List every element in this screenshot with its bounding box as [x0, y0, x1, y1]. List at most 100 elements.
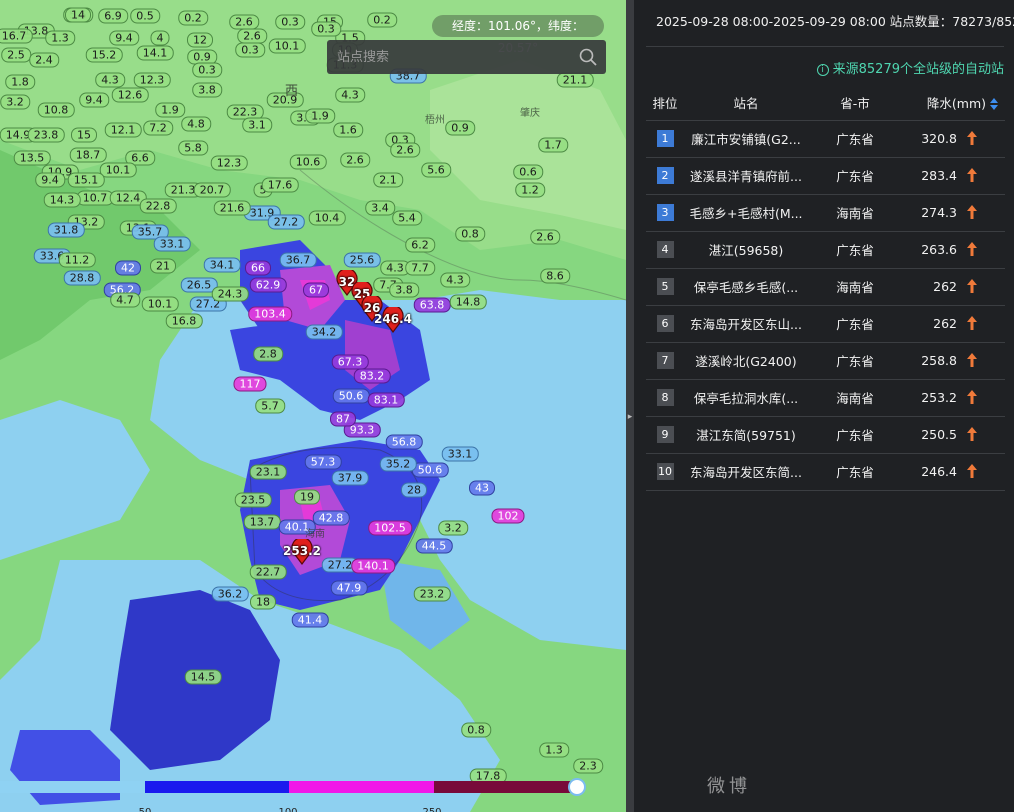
station-value-label[interactable]: 8.6 — [540, 268, 570, 284]
station-value-label[interactable]: 16.8 — [165, 313, 203, 329]
station-value-label[interactable]: 35.2 — [379, 456, 417, 472]
station-value-label[interactable]: 3.1 — [242, 117, 272, 133]
search-icon[interactable] — [578, 47, 598, 67]
station-value-label[interactable]: 2.1 — [373, 172, 403, 188]
station-value-label[interactable]: 4.3 — [335, 87, 365, 103]
station-value-label[interactable]: 44.5 — [415, 538, 453, 554]
station-value-label[interactable]: 43 — [469, 480, 495, 496]
station-value-label[interactable]: 102 — [491, 508, 525, 524]
station-value-label[interactable]: 5.4 — [392, 210, 422, 226]
table-row[interactable]: 3 毛感乡+毛感村(M... 海南省 274.3 — [646, 194, 1005, 232]
station-value-label[interactable]: 5.6 — [421, 162, 451, 178]
station-value-label[interactable]: 1.8 — [5, 74, 35, 90]
station-value-label[interactable]: 10.1 — [268, 38, 306, 54]
station-value-label[interactable]: 14 — [65, 7, 91, 23]
station-value-label[interactable]: 2.8 — [253, 346, 283, 362]
station-value-label[interactable]: 36.7 — [279, 252, 317, 268]
station-value-label[interactable]: 23.5 — [234, 492, 272, 508]
station-value-label[interactable]: 28 — [401, 482, 427, 498]
station-value-label[interactable]: 13.5 — [13, 150, 51, 166]
station-value-label[interactable]: 24.3 — [211, 286, 249, 302]
col-rainfall-sort[interactable]: 降水(mm) — [902, 85, 1005, 121]
station-value-label[interactable]: 9.4 — [109, 30, 139, 46]
station-value-label[interactable]: 3.2 — [438, 520, 468, 536]
station-name[interactable]: 东海岛开发区东简... — [684, 453, 808, 491]
station-value-label[interactable]: 7.7 — [405, 260, 435, 276]
source-note[interactable]: i 来源85279个全站级的自动站 — [816, 58, 1004, 77]
table-row[interactable]: 9 湛江东简(59751) 广东省 250.5 — [646, 416, 1005, 454]
station-value-label[interactable]: 11.2 — [58, 252, 96, 268]
station-value-label[interactable]: 14.8 — [449, 294, 487, 310]
station-value-label[interactable]: 4 — [150, 30, 170, 46]
station-value-label[interactable]: 17.6 — [261, 177, 299, 193]
station-value-label[interactable]: 23.1 — [249, 464, 287, 480]
station-name[interactable]: 保亭毛拉洞水库(... — [684, 379, 808, 417]
station-value-label[interactable]: 2.3 — [573, 758, 603, 774]
station-value-label[interactable]: 2.6 — [237, 28, 267, 44]
station-value-label[interactable]: 16.7 — [0, 28, 33, 44]
station-value-label[interactable]: 83.1 — [367, 392, 405, 408]
station-value-label[interactable]: 42 — [115, 260, 141, 276]
station-value-label[interactable]: 27.2 — [267, 214, 305, 230]
station-value-label[interactable]: 103.4 — [248, 306, 292, 322]
table-row[interactable]: 4 湛江(59658) 广东省 263.6 — [646, 231, 1005, 269]
station-value-label[interactable]: 0.3 — [275, 14, 305, 30]
station-value-label[interactable]: 3.8 — [192, 82, 222, 98]
station-value-label[interactable]: 67.3 — [331, 354, 369, 370]
station-value-label[interactable]: 2.6 — [530, 229, 560, 245]
station-value-label[interactable]: 102.5 — [368, 520, 412, 536]
station-value-label[interactable]: 6.2 — [405, 237, 435, 253]
table-row[interactable]: 5 保亭毛感乡毛感(... 海南省 262 — [646, 268, 1005, 306]
station-value-label[interactable]: 5.8 — [178, 140, 208, 156]
station-value-label[interactable]: 1.3 — [45, 30, 75, 46]
station-name[interactable]: 湛江东简(59751) — [684, 416, 808, 454]
station-value-label[interactable]: 50.6 — [411, 462, 449, 478]
station-value-label[interactable]: 31.8 — [47, 222, 85, 238]
station-value-label[interactable]: 0.9 — [445, 120, 475, 136]
station-value-label[interactable]: 4.7 — [110, 292, 140, 308]
station-value-label[interactable]: 42.8 — [312, 510, 350, 526]
station-name[interactable]: 湛江(59658) — [684, 231, 808, 269]
station-value-label[interactable]: 34.2 — [305, 324, 343, 340]
station-value-label[interactable]: 117 — [233, 376, 267, 392]
station-value-label[interactable]: 50.6 — [332, 388, 370, 404]
station-value-label[interactable]: 21.1 — [556, 72, 594, 88]
station-value-label[interactable]: 6.9 — [98, 8, 128, 24]
table-row[interactable]: 1 廉江市安铺镇(G2... 广东省 320.8 — [646, 120, 1005, 158]
station-value-label[interactable]: 2.4 — [29, 52, 59, 68]
table-row[interactable]: 7 遂溪岭北(G2400) 广东省 258.8 — [646, 342, 1005, 380]
station-value-label[interactable]: 19 — [294, 489, 320, 505]
station-value-label[interactable]: 37.9 — [331, 470, 369, 486]
station-value-label[interactable]: 3.8 — [389, 282, 419, 298]
station-value-label[interactable]: 1.3 — [539, 742, 569, 758]
station-search-box[interactable] — [327, 40, 606, 74]
station-value-label[interactable]: 21 — [150, 258, 176, 274]
station-value-label[interactable]: 62.9 — [249, 277, 287, 293]
station-value-label[interactable]: 10.6 — [289, 154, 327, 170]
legend-slider-handle[interactable] — [568, 778, 586, 796]
table-row[interactable]: 6 东海岛开发区东山... 广东省 262 — [646, 305, 1005, 343]
station-value-label[interactable]: 4.3 — [440, 272, 470, 288]
station-value-label[interactable]: 63.8 — [413, 297, 451, 313]
rainfall-map[interactable]: 5.56.90.50.22.613.81.3416.79.412150.31.5… — [0, 0, 626, 812]
station-value-label[interactable]: 36.2 — [211, 586, 249, 602]
station-value-label[interactable]: 12.6 — [111, 87, 149, 103]
station-name[interactable]: 毛感乡+毛感村(M... — [684, 194, 808, 232]
station-search-input[interactable] — [327, 40, 572, 74]
station-value-label[interactable]: 18.7 — [69, 147, 107, 163]
station-value-label[interactable]: 56.8 — [385, 434, 423, 450]
sort-icon[interactable] — [989, 97, 999, 111]
station-value-label[interactable]: 1.6 — [333, 122, 363, 138]
station-value-label[interactable]: 21.6 — [213, 200, 251, 216]
station-value-label[interactable]: 7.2 — [143, 120, 173, 136]
station-value-label[interactable]: 41.4 — [291, 612, 329, 628]
station-name[interactable]: 遂溪岭北(G2400) — [684, 342, 808, 380]
station-value-label[interactable]: 1.7 — [538, 137, 568, 153]
station-value-label[interactable]: 5.7 — [255, 398, 285, 414]
station-value-label[interactable]: 1.9 — [155, 102, 185, 118]
table-row[interactable]: 8 保亭毛拉洞水库(... 海南省 253.2 — [646, 379, 1005, 417]
station-value-label[interactable]: 34.1 — [203, 257, 241, 273]
station-value-label[interactable]: 47.9 — [330, 580, 368, 596]
collapse-toggle-icon[interactable]: ▸ — [626, 406, 634, 428]
station-value-label[interactable]: 23.2 — [413, 586, 451, 602]
